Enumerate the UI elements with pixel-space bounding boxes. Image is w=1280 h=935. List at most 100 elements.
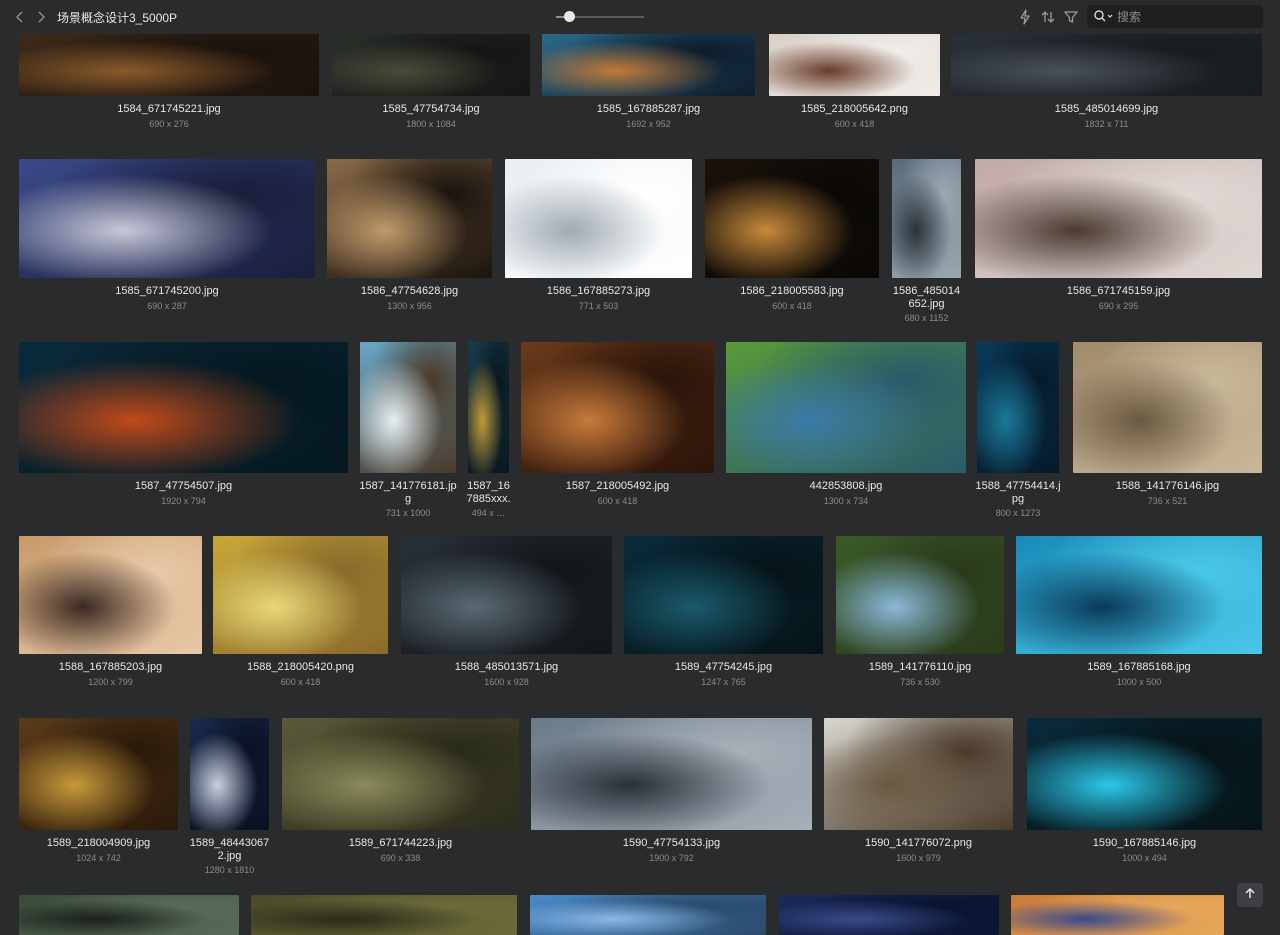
image-dimensions: 1832 x 711 — [1084, 119, 1129, 129]
image-grid: 1584_671745221.jpg 690 x 276 1585_47754734… — [0, 0, 1280, 935]
image-thumbnail[interactable] — [1027, 718, 1262, 830]
image-thumbnail[interactable] — [332, 33, 530, 96]
image-thumbnail[interactable] — [726, 342, 966, 473]
scroll-top-glyph — [1245, 887, 1255, 898]
image-dimensions: 494 x … — [471, 508, 506, 518]
image-thumbnail[interactable] — [19, 536, 202, 654]
image-thumbnail[interactable] — [542, 33, 755, 96]
image-thumbnail[interactable] — [624, 536, 823, 654]
image-dimensions: 736 x 530 — [900, 677, 940, 687]
image-thumbnail[interactable] — [505, 159, 692, 278]
image-thumbnail[interactable] — [530, 895, 766, 935]
search-input[interactable] — [1117, 5, 1257, 28]
image-thumbnail[interactable] — [327, 159, 492, 278]
zoom-slider-thumb[interactable] — [564, 11, 576, 22]
back-button-glyph — [15, 11, 23, 23]
file-name: 1589_141776110.jpg — [868, 661, 972, 673]
lightning-glyph — [1020, 9, 1030, 25]
image-thumbnail[interactable] — [836, 536, 1004, 654]
image-thumbnail[interactable] — [705, 159, 879, 278]
file-name: 1590_47754133.jpg — [622, 837, 721, 849]
arrow-up-icon[interactable] — [1237, 883, 1263, 907]
file-name: 1585_671745200.jpg — [115, 285, 219, 297]
image-dimensions: 690 x 276 — [149, 119, 189, 129]
file-name: 1587_218005492.jpg — [565, 480, 670, 492]
image-thumbnail[interactable] — [401, 536, 612, 654]
image-thumbnail[interactable] — [19, 718, 178, 830]
sort-icon[interactable] — [1039, 7, 1057, 27]
file-name: 1589_484430672.jpg — [189, 837, 270, 862]
image-thumbnail[interactable] — [769, 33, 940, 96]
image-dimensions: 800 x 1273 — [995, 508, 1041, 518]
file-name: 1589_671744223.jpg — [348, 837, 453, 849]
file-name: 1588_167885203.jpg — [58, 661, 163, 673]
image-thumbnail[interactable] — [892, 159, 961, 278]
image-dimensions: 1024 x 742 — [76, 853, 121, 863]
lightning-icon[interactable] — [1016, 7, 1034, 27]
image-thumbnail[interactable] — [251, 895, 517, 935]
image-dimensions: 690 x 295 — [1098, 301, 1139, 311]
file-name: 1588_485013571.jpg — [454, 661, 559, 673]
folder-title: 场景概念设计3_5000P — [57, 11, 178, 25]
image-thumbnail[interactable] — [975, 159, 1262, 278]
sort-glyph — [1041, 11, 1055, 23]
file-name: 1588_47754414.jpg — [975, 480, 1061, 505]
file-name: 1585_485014699.jpg — [1054, 103, 1159, 115]
file-name: 1586_485014652.jpg — [892, 285, 961, 310]
image-thumbnail[interactable] — [1016, 536, 1262, 654]
image-thumbnail[interactable] — [19, 895, 239, 935]
image-dimensions: 736 x 521 — [1147, 496, 1188, 506]
image-thumbnail[interactable] — [19, 342, 348, 473]
chevron-left-icon[interactable] — [12, 8, 28, 26]
filter-glyph — [1064, 11, 1078, 23]
image-dimensions: 1300 x 956 — [387, 301, 432, 311]
zoom-slider[interactable] — [556, 11, 644, 22]
image-thumbnail[interactable] — [531, 718, 812, 830]
image-dimensions: 690 x 338 — [380, 853, 421, 863]
image-thumbnail[interactable] — [779, 895, 999, 935]
image-thumbnail[interactable] — [824, 718, 1013, 830]
image-thumbnail[interactable] — [468, 342, 509, 473]
image-dimensions: 1000 x 494 — [1122, 853, 1167, 863]
image-thumbnail[interactable] — [951, 33, 1262, 96]
image-dimensions: 731 x 1000 — [385, 508, 431, 518]
image-thumbnail[interactable] — [360, 342, 456, 473]
file-name: 1586_47754628.jpg — [360, 285, 459, 297]
image-thumbnail[interactable] — [977, 342, 1059, 473]
file-name: 1586_218005583.jpg — [740, 285, 844, 297]
file-name: 1587_167885xxx.jpg — [466, 480, 511, 505]
image-dimensions: 600 x 418 — [834, 119, 875, 129]
image-thumbnail[interactable] — [213, 536, 388, 654]
image-dimensions: 1900 x 792 — [649, 853, 694, 863]
image-thumbnail[interactable] — [1011, 895, 1224, 935]
image-thumbnail[interactable] — [19, 159, 315, 278]
chevron-right-icon[interactable] — [33, 8, 49, 26]
file-name: 1588_141776146.jpg — [1115, 480, 1220, 492]
file-name: 1586_167885273.jpg — [546, 285, 651, 297]
image-dimensions: 600 x 418 — [280, 677, 321, 687]
image-thumbnail[interactable] — [521, 342, 714, 473]
file-name: 1584_671745221.jpg — [117, 103, 221, 115]
image-dimensions: 771 x 503 — [578, 301, 619, 311]
image-thumbnail[interactable] — [282, 718, 519, 830]
image-dimensions: 690 x 287 — [147, 301, 187, 311]
image-dimensions: 1692 x 952 — [626, 119, 671, 129]
image-dimensions: 1200 x 799 — [88, 677, 133, 687]
image-thumbnail[interactable] — [190, 718, 269, 830]
image-dimensions: 1920 x 794 — [161, 496, 206, 506]
file-name: 1585_218005642.png — [800, 103, 909, 115]
search-icon[interactable] — [1093, 9, 1115, 24]
image-dimensions: 1300 x 734 — [823, 496, 869, 506]
file-name: 1589_47754245.jpg — [674, 661, 773, 673]
forward-button-glyph — [38, 11, 46, 23]
image-thumbnail[interactable] — [19, 33, 319, 96]
filter-icon[interactable] — [1062, 7, 1080, 27]
image-thumbnail[interactable] — [1073, 342, 1262, 473]
image-dimensions: 600 x 418 — [772, 301, 812, 311]
top-toolbar: 场景概念设计3_5000P — [0, 0, 1280, 34]
search-box[interactable] — [1087, 5, 1263, 28]
image-dimensions: 1600 x 928 — [484, 677, 529, 687]
file-name: 442853808.jpg — [809, 480, 883, 492]
image-dimensions: 1800 x 1084 — [406, 119, 456, 129]
file-name: 1585_167885287.jpg — [596, 103, 701, 115]
